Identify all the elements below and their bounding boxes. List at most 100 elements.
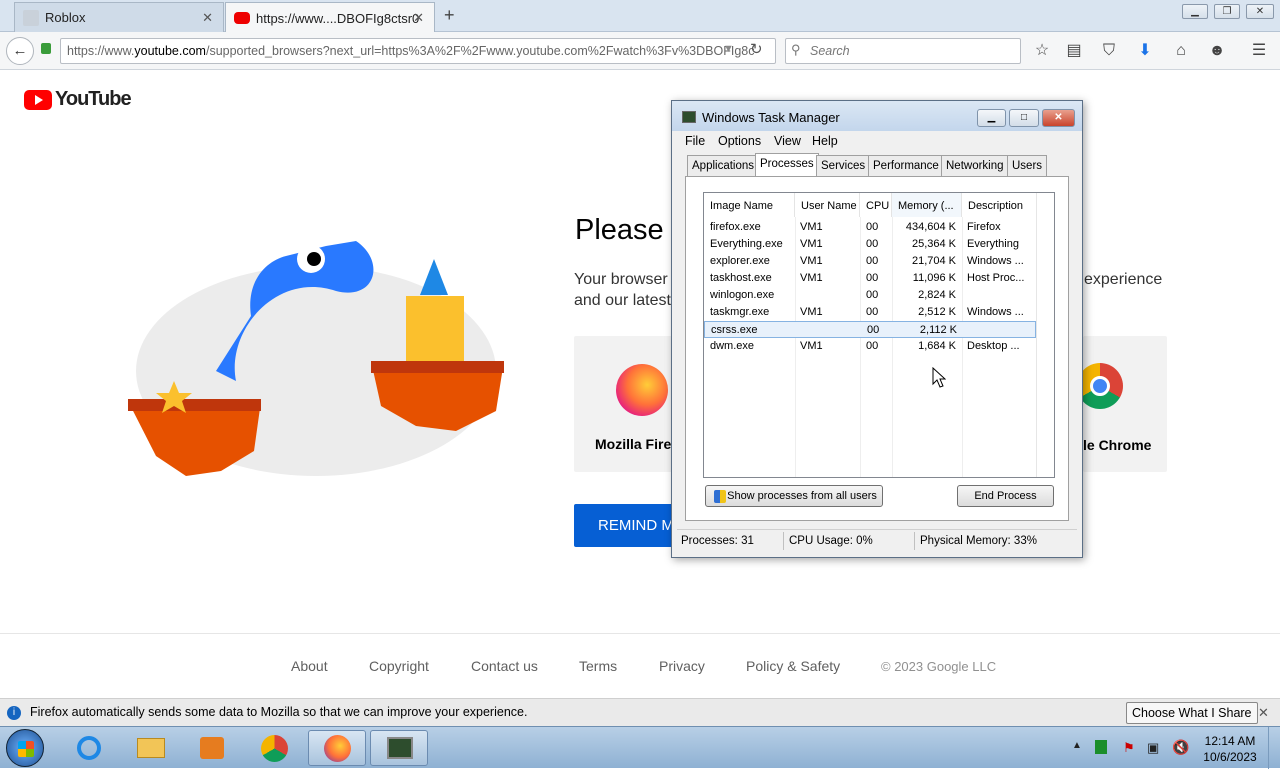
process-list[interactable]: Image Name User Name CPU Memory (... Des…: [703, 192, 1055, 478]
tray-app-icon[interactable]: [1095, 740, 1107, 754]
footer-link-copyright[interactable]: Copyright: [369, 658, 429, 674]
dropdown-arrow-icon[interactable]: ▼: [723, 43, 734, 55]
url-bar[interactable]: https://www.youtube.com/supported_browse…: [60, 38, 776, 64]
firefox-card[interactable]: Mozilla Fire: [574, 336, 674, 472]
column-user-name[interactable]: User Name: [795, 193, 860, 217]
tab-applications[interactable]: Applications: [687, 155, 760, 176]
back-arrow-icon[interactable]: ←: [6, 37, 34, 65]
tab-services[interactable]: Services: [816, 155, 871, 176]
chat-icon[interactable]: ☻: [1207, 41, 1227, 61]
column-memory[interactable]: Memory (...: [892, 193, 962, 217]
end-process-button[interactable]: End Process: [957, 485, 1054, 507]
footer-link-terms[interactable]: Terms: [579, 658, 617, 674]
process-row[interactable]: Everything.exe VM1 00 25,364 K Everything: [704, 236, 1036, 253]
menu-icon[interactable]: ☰: [1249, 41, 1269, 61]
menu-help[interactable]: Help: [812, 131, 838, 151]
cell-cpu: 00: [866, 272, 879, 284]
process-row[interactable]: taskhost.exe VM1 00 11,096 K Host Proc...: [704, 270, 1036, 287]
tm-maximize-button[interactable]: □: [1009, 109, 1039, 127]
body-text-line2: and our latest: [574, 292, 671, 309]
cell-cpu: 00: [866, 306, 879, 318]
page-footer: About Copyright Contact us Terms Privacy…: [0, 633, 1280, 697]
pocket-icon[interactable]: ⛉: [1099, 41, 1119, 61]
footer-link-contact[interactable]: Contact us: [471, 658, 538, 674]
search-input[interactable]: Search: [785, 38, 1021, 64]
footer-link-about[interactable]: About: [291, 658, 328, 674]
tm-minimize-button[interactable]: ▁: [977, 109, 1006, 127]
cell-user: VM1: [800, 221, 823, 233]
tab-youtube[interactable]: https://www....DBOFIg8ctsr0 ✕: [225, 2, 435, 33]
column-cpu[interactable]: CPU: [860, 193, 892, 217]
tab-strip: Roblox ✕ https://www....DBOFIg8ctsr0 ✕ +…: [0, 0, 1280, 33]
remind-me-button[interactable]: REMIND M: [574, 504, 674, 547]
task-manager-taskbar-icon[interactable]: [370, 730, 428, 766]
footer-link-policy[interactable]: Policy & Safety: [746, 658, 840, 674]
footer-link-privacy[interactable]: Privacy: [659, 658, 705, 674]
new-tab-icon[interactable]: +: [444, 5, 455, 26]
downloads-icon[interactable]: ⬇: [1135, 41, 1155, 61]
cell-mem: 1,684 K: [918, 340, 956, 352]
close-tab-icon[interactable]: ✕: [202, 10, 213, 26]
start-button[interactable]: [6, 729, 44, 767]
process-row[interactable]: winlogon.exe 00 2,824 K: [704, 287, 1036, 304]
cell-name: explorer.exe: [710, 255, 770, 267]
firefox-taskbar-icon[interactable]: [308, 730, 366, 766]
cell-cpu: 00: [866, 340, 879, 352]
tab-users[interactable]: Users: [1007, 155, 1048, 176]
tm-menu-bar: File Options View Help: [672, 131, 1082, 151]
menu-file[interactable]: File: [685, 131, 705, 151]
show-desktop-button[interactable]: [1268, 727, 1280, 769]
menu-view[interactable]: View: [774, 131, 801, 151]
minimize-button[interactable]: ▁: [1182, 4, 1208, 19]
footer-copyright: © 2023 Google LLC: [881, 659, 997, 674]
tab-performance[interactable]: Performance: [868, 155, 944, 176]
internet-explorer-taskbar-icon[interactable]: [60, 730, 118, 766]
tm-close-button[interactable]: ✕: [1042, 109, 1075, 127]
column-description[interactable]: Description: [962, 193, 1037, 217]
status-processes: Processes: 31: [681, 535, 754, 547]
tab-processes[interactable]: Processes: [755, 153, 819, 177]
dinosaur-illustration: [128, 241, 504, 476]
choose-what-i-share-button[interactable]: Choose What I Share: [1126, 702, 1258, 724]
media-player-taskbar-icon[interactable]: [182, 730, 240, 766]
process-row[interactable]: csrss.exe 00 2,112 K: [704, 321, 1036, 338]
tab-roblox[interactable]: Roblox ✕: [14, 2, 224, 32]
home-icon[interactable]: ⌂: [1171, 41, 1191, 61]
reading-list-icon[interactable]: ▤: [1064, 41, 1084, 61]
tab-networking[interactable]: Networking: [941, 155, 1009, 176]
process-row[interactable]: explorer.exe VM1 00 21,704 K Windows ...: [704, 253, 1036, 270]
network-icon[interactable]: ▣: [1147, 740, 1159, 756]
clock[interactable]: 12:14 AM 10/6/2023: [1198, 733, 1262, 765]
close-window-button[interactable]: ✕: [1246, 4, 1274, 19]
show-hidden-icons[interactable]: ▲: [1072, 740, 1082, 751]
youtube-icon: [234, 12, 250, 24]
close-notification-icon[interactable]: ✕: [1258, 699, 1269, 726]
menu-options[interactable]: Options: [718, 131, 761, 151]
process-row[interactable]: firefox.exe VM1 00 434,604 K Firefox: [704, 219, 1036, 236]
cell-mem: 434,604 K: [905, 221, 956, 233]
taskbar: ▲ ⚑ ▣ 🔇 12:14 AM 10/6/2023: [0, 726, 1280, 769]
youtube-logo[interactable]: YouTube: [24, 88, 132, 111]
cell-desc: Desktop ...: [967, 340, 1020, 352]
close-tab-icon[interactable]: ✕: [413, 10, 424, 26]
cell-desc: Firefox: [967, 221, 1001, 233]
chrome-taskbar-icon[interactable]: [245, 730, 303, 766]
list-scroll-gutter: [1036, 193, 1054, 477]
action-center-icon[interactable]: ⚑: [1123, 740, 1135, 756]
process-row[interactable]: taskmgr.exe VM1 00 2,512 K Windows ...: [704, 304, 1036, 321]
lock-icon[interactable]: [41, 43, 51, 54]
url-domain: youtube.com: [134, 44, 206, 58]
reload-icon[interactable]: ↻: [750, 40, 763, 58]
explorer-taskbar-icon[interactable]: [121, 730, 179, 766]
cell-cpu: 00: [867, 324, 880, 336]
process-row[interactable]: dwm.exe VM1 00 1,684 K Desktop ...: [704, 338, 1036, 355]
chrome-logo-icon: [1077, 363, 1123, 409]
info-icon: i: [7, 706, 21, 720]
restore-button[interactable]: ❐: [1214, 4, 1240, 19]
chrome-card[interactable]: le Chrome: [1077, 336, 1167, 472]
volume-muted-icon[interactable]: 🔇: [1172, 739, 1189, 756]
cell-desc: Everything: [967, 238, 1019, 250]
bookmark-star-icon[interactable]: ☆: [1032, 41, 1052, 61]
show-all-processes-button[interactable]: Show processes from all users: [705, 485, 883, 507]
column-image-name[interactable]: Image Name: [704, 193, 795, 217]
